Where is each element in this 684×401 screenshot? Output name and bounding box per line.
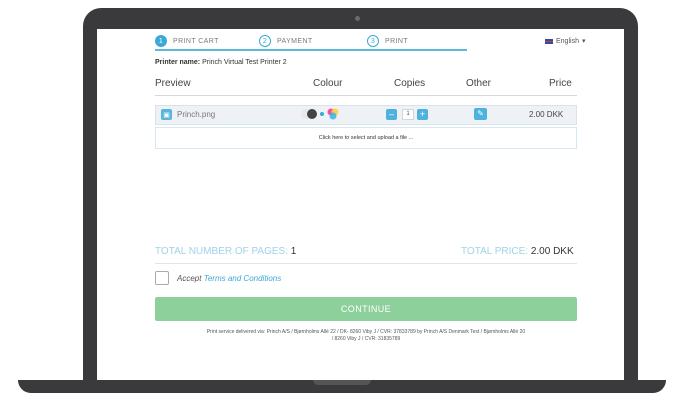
increase-copies-button[interactable]: + (417, 109, 428, 120)
flag-uk-icon (545, 38, 553, 44)
decrease-copies-button[interactable]: – (386, 109, 397, 120)
copies-field[interactable]: 1 (402, 109, 414, 120)
toggle-knob (307, 109, 317, 119)
header-copies: Copies (394, 78, 426, 89)
step-label: PRINT CART (173, 37, 219, 45)
step-label: PRINT (385, 37, 408, 45)
step-print-cart[interactable]: 1 PRINT CART (155, 35, 219, 47)
laptop-notch (313, 380, 371, 385)
upload-file-area[interactable]: Click here to select and upload a file .… (155, 127, 577, 149)
totals-divider (155, 263, 577, 264)
step-print[interactable]: 3 PRINT (367, 35, 408, 47)
step-progress-line (155, 49, 467, 51)
step-payment[interactable]: 2 PAYMENT (259, 35, 313, 47)
step-label: PAYMENT (277, 37, 313, 45)
printer-name-value: Princh Virtual Test Printer 2 (202, 59, 287, 66)
header-divider (155, 95, 577, 96)
screen: 1 PRINT CART 2 PAYMENT 3 PRINT English ▾… (97, 29, 624, 380)
wrench-icon[interactable]: ✎ (474, 108, 487, 120)
total-pages-value: 1 (290, 246, 297, 257)
accept-terms-label: Accept Terms and Conditions (177, 274, 281, 283)
header-other: Other (466, 78, 492, 89)
chevron-down-icon: ▾ (581, 38, 586, 45)
header-colour: Colour (313, 78, 343, 89)
printer-name: Printer name: Princh Virtual Test Printe… (155, 59, 287, 66)
colour-dot-icon (320, 112, 324, 116)
total-price-label: TOTAL PRICE: (461, 246, 529, 257)
footer-line-2: / 8260 Viby J / CVR: 31835789 (331, 336, 401, 342)
total-pages-label: TOTAL NUMBER OF PAGES: (155, 246, 288, 257)
footer-line-1: Print service delivered via: Princh A/S … (206, 329, 526, 335)
header-price: Price (549, 78, 572, 89)
row-price: 2.00 DKK (529, 110, 564, 119)
footer: Print service delivered via: Princh A/S … (143, 329, 589, 343)
step-number: 2 (259, 35, 271, 47)
continue-button[interactable]: CONTINUE (155, 297, 577, 321)
language-selector[interactable]: English ▾ (545, 37, 585, 45)
color-palette-icon[interactable] (327, 108, 339, 120)
header-preview: Preview (155, 78, 191, 89)
step-number: 3 (367, 35, 379, 47)
step-number: 1 (155, 35, 167, 47)
total-pages: TOTAL NUMBER OF PAGES: 1 (155, 246, 296, 257)
printer-name-label: Printer name: (155, 59, 201, 66)
table-row (155, 105, 577, 125)
image-file-icon[interactable]: ▣ (161, 109, 172, 120)
terms-link[interactable]: Terms and Conditions (204, 274, 282, 283)
accept-terms-checkbox[interactable] (155, 271, 169, 285)
accept-prefix: Accept (177, 274, 202, 283)
file-name: Princh.png (177, 110, 216, 119)
total-price-value: 2.00 DKK (530, 246, 574, 257)
colour-toggle[interactable] (301, 109, 317, 119)
language-label: English (556, 37, 579, 45)
total-price: TOTAL PRICE: 2.00 DKK (461, 246, 574, 257)
camera-icon (355, 16, 360, 21)
